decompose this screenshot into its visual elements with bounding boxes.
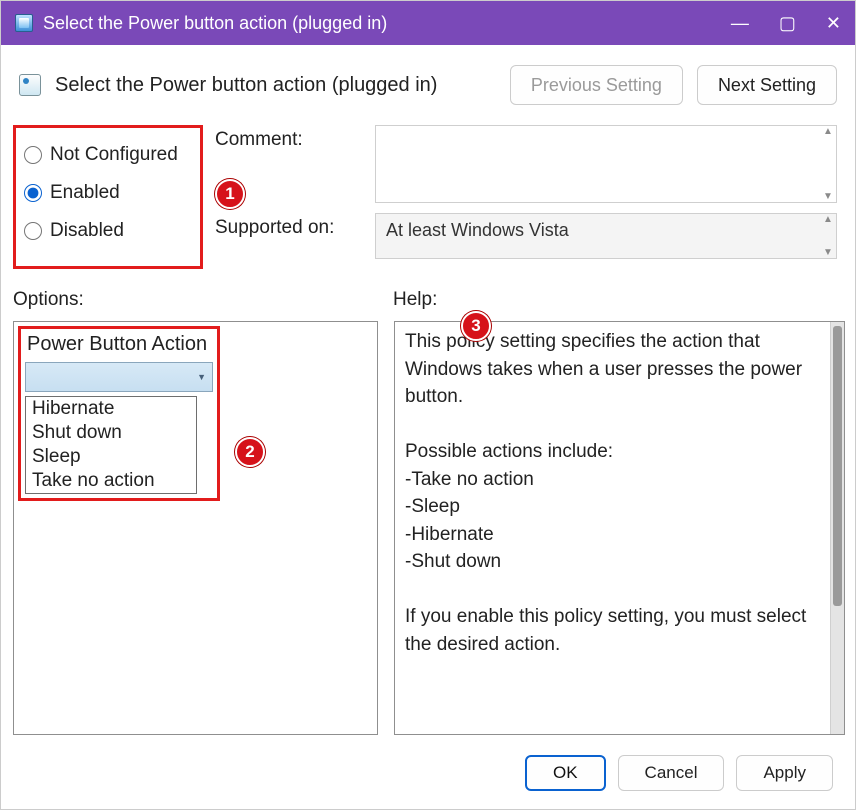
radio-disabled[interactable]: Disabled (20, 212, 190, 250)
window-title: Select the Power button action (plugged … (43, 13, 731, 34)
comment-scrollbar[interactable]: ▲ ▼ (820, 126, 836, 202)
scroll-up-icon[interactable]: ▲ (823, 214, 833, 225)
annotation-badge-3: 3 (461, 311, 491, 341)
comment-row: Comment: ▲ ▼ (215, 125, 837, 203)
help-section-label: Help: (393, 289, 437, 311)
scroll-up-icon[interactable]: ▲ (823, 126, 833, 137)
radio-not-configured-label: Not Configured (50, 144, 178, 166)
radio-not-configured-input[interactable] (24, 146, 42, 164)
supported-label: Supported on: (215, 213, 375, 239)
radio-not-configured[interactable]: Not Configured (20, 136, 190, 174)
close-icon[interactable]: ✕ (826, 14, 841, 32)
supported-scrollbar[interactable]: ▲ ▼ (820, 214, 836, 258)
panels: Power Button Action ▼ Hibernate Shut dow… (1, 317, 855, 743)
ok-button[interactable]: OK (525, 755, 606, 791)
previous-setting-button[interactable]: Previous Setting (510, 65, 683, 105)
help-text: This policy setting specifies the action… (395, 322, 830, 734)
power-button-action-label: Power Button Action (25, 333, 217, 362)
section-labels: Options: Help: (1, 279, 855, 317)
help-panel: This policy setting specifies the action… (394, 321, 845, 735)
options-panel: Power Button Action ▼ Hibernate Shut dow… (13, 321, 378, 735)
radio-disabled-label: Disabled (50, 220, 124, 242)
titlebar[interactable]: Select the Power button action (plugged … (1, 1, 855, 45)
options-section-label: Options: (13, 289, 393, 311)
scroll-down-icon[interactable]: ▼ (823, 191, 833, 202)
policy-small-icon (19, 74, 41, 96)
options-highlight-box: Power Button Action ▼ Hibernate Shut dow… (18, 326, 220, 501)
dropdown-item-hibernate[interactable]: Hibernate (26, 397, 196, 421)
maximize-icon[interactable]: ▢ (779, 14, 796, 32)
dropdown-item-shutdown[interactable]: Shut down (26, 421, 196, 445)
page-title: Select the Power button action (plugged … (55, 74, 496, 97)
form-column: Comment: ▲ ▼ Supported on: At least Wind… (215, 125, 837, 269)
dialog-footer: OK Cancel Apply (1, 743, 855, 809)
supported-text: At least Windows Vista ▲ ▼ (375, 213, 837, 259)
upper-form: Not Configured Enabled Disabled Comment:… (1, 115, 855, 279)
next-setting-button[interactable]: Next Setting (697, 65, 837, 105)
policy-icon (15, 14, 33, 32)
dialog-window: Select the Power button action (plugged … (0, 0, 856, 810)
radio-enabled-label: Enabled (50, 182, 120, 204)
annotation-badge-2: 2 (235, 437, 265, 467)
window-controls: — ▢ ✕ (731, 14, 841, 32)
cancel-button[interactable]: Cancel (618, 755, 725, 791)
annotation-badge-1: 1 (215, 179, 245, 209)
radio-enabled[interactable]: Enabled (20, 174, 190, 212)
chevron-down-icon: ▼ (197, 372, 206, 382)
radio-enabled-input[interactable] (24, 184, 42, 202)
power-button-action-combo[interactable]: ▼ (25, 362, 213, 392)
minimize-icon[interactable]: — (731, 14, 749, 32)
comment-label: Comment: (215, 125, 375, 151)
radio-disabled-input[interactable] (24, 222, 42, 240)
comment-textarea[interactable]: ▲ ▼ (375, 125, 837, 203)
supported-value: At least Windows Vista (386, 220, 569, 240)
header-row: Select the Power button action (plugged … (1, 45, 855, 115)
help-scrollbar[interactable] (830, 322, 844, 734)
apply-button[interactable]: Apply (736, 755, 833, 791)
supported-row: Supported on: At least Windows Vista ▲ ▼ (215, 213, 837, 259)
dropdown-item-take-no-action[interactable]: Take no action (26, 469, 196, 493)
scroll-down-icon[interactable]: ▼ (823, 247, 833, 258)
scrollbar-thumb[interactable] (833, 326, 842, 606)
power-button-action-dropdown[interactable]: Hibernate Shut down Sleep Take no action (25, 396, 197, 494)
dropdown-item-sleep[interactable]: Sleep (26, 445, 196, 469)
state-radio-group: Not Configured Enabled Disabled (13, 125, 203, 269)
